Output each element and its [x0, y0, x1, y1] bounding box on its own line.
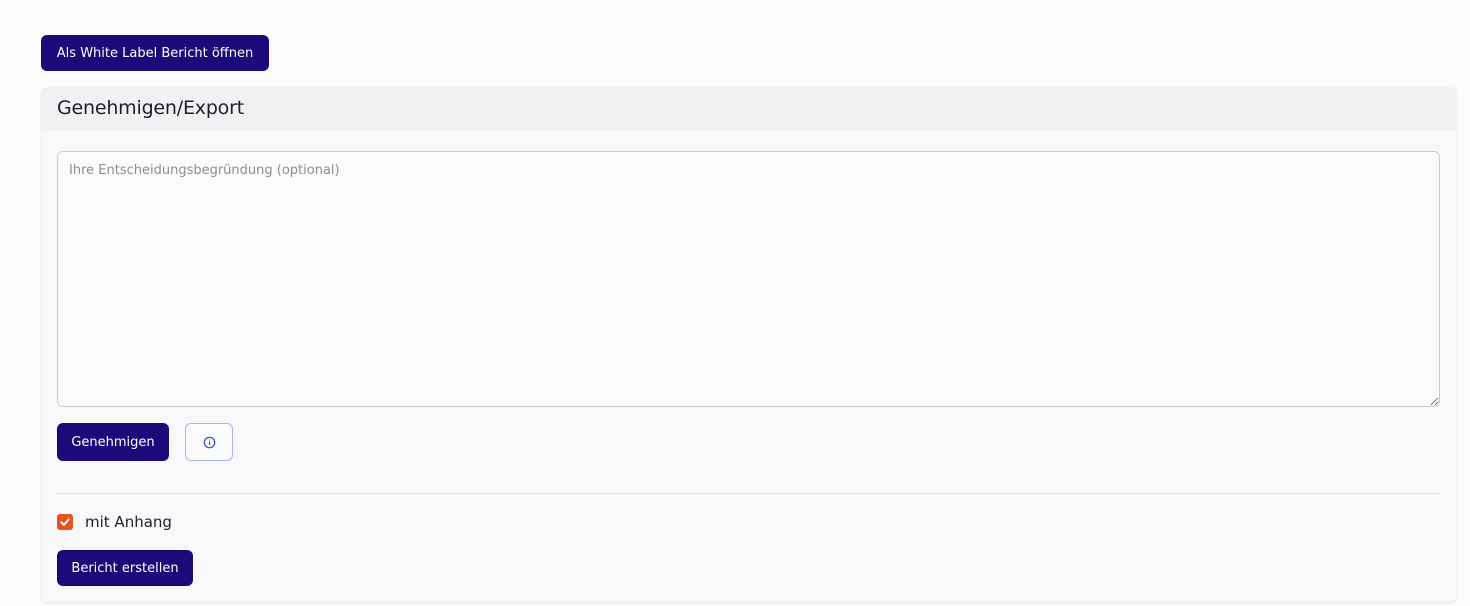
- attachment-checkbox-label: mit Anhang: [85, 513, 172, 531]
- info-circle-icon: [203, 436, 216, 449]
- section-divider: [57, 493, 1440, 494]
- decision-reason-textarea[interactable]: [57, 151, 1440, 407]
- attachment-option: mit Anhang: [57, 513, 172, 531]
- info-button[interactable]: [185, 423, 233, 461]
- card-title: Genehmigen/Export: [57, 97, 244, 119]
- card-header: Genehmigen/Export: [41, 87, 1456, 131]
- open-white-label-report-button[interactable]: Als White Label Bericht öffnen: [41, 35, 269, 71]
- create-report-button[interactable]: Bericht erstellen: [57, 550, 193, 586]
- approval-export-card: Genehmigen/Export Genehmigen mit Anhang …: [41, 87, 1456, 602]
- approve-button[interactable]: Genehmigen: [57, 423, 169, 461]
- checkmark-icon: [60, 518, 70, 526]
- attachment-checkbox[interactable]: [57, 514, 73, 530]
